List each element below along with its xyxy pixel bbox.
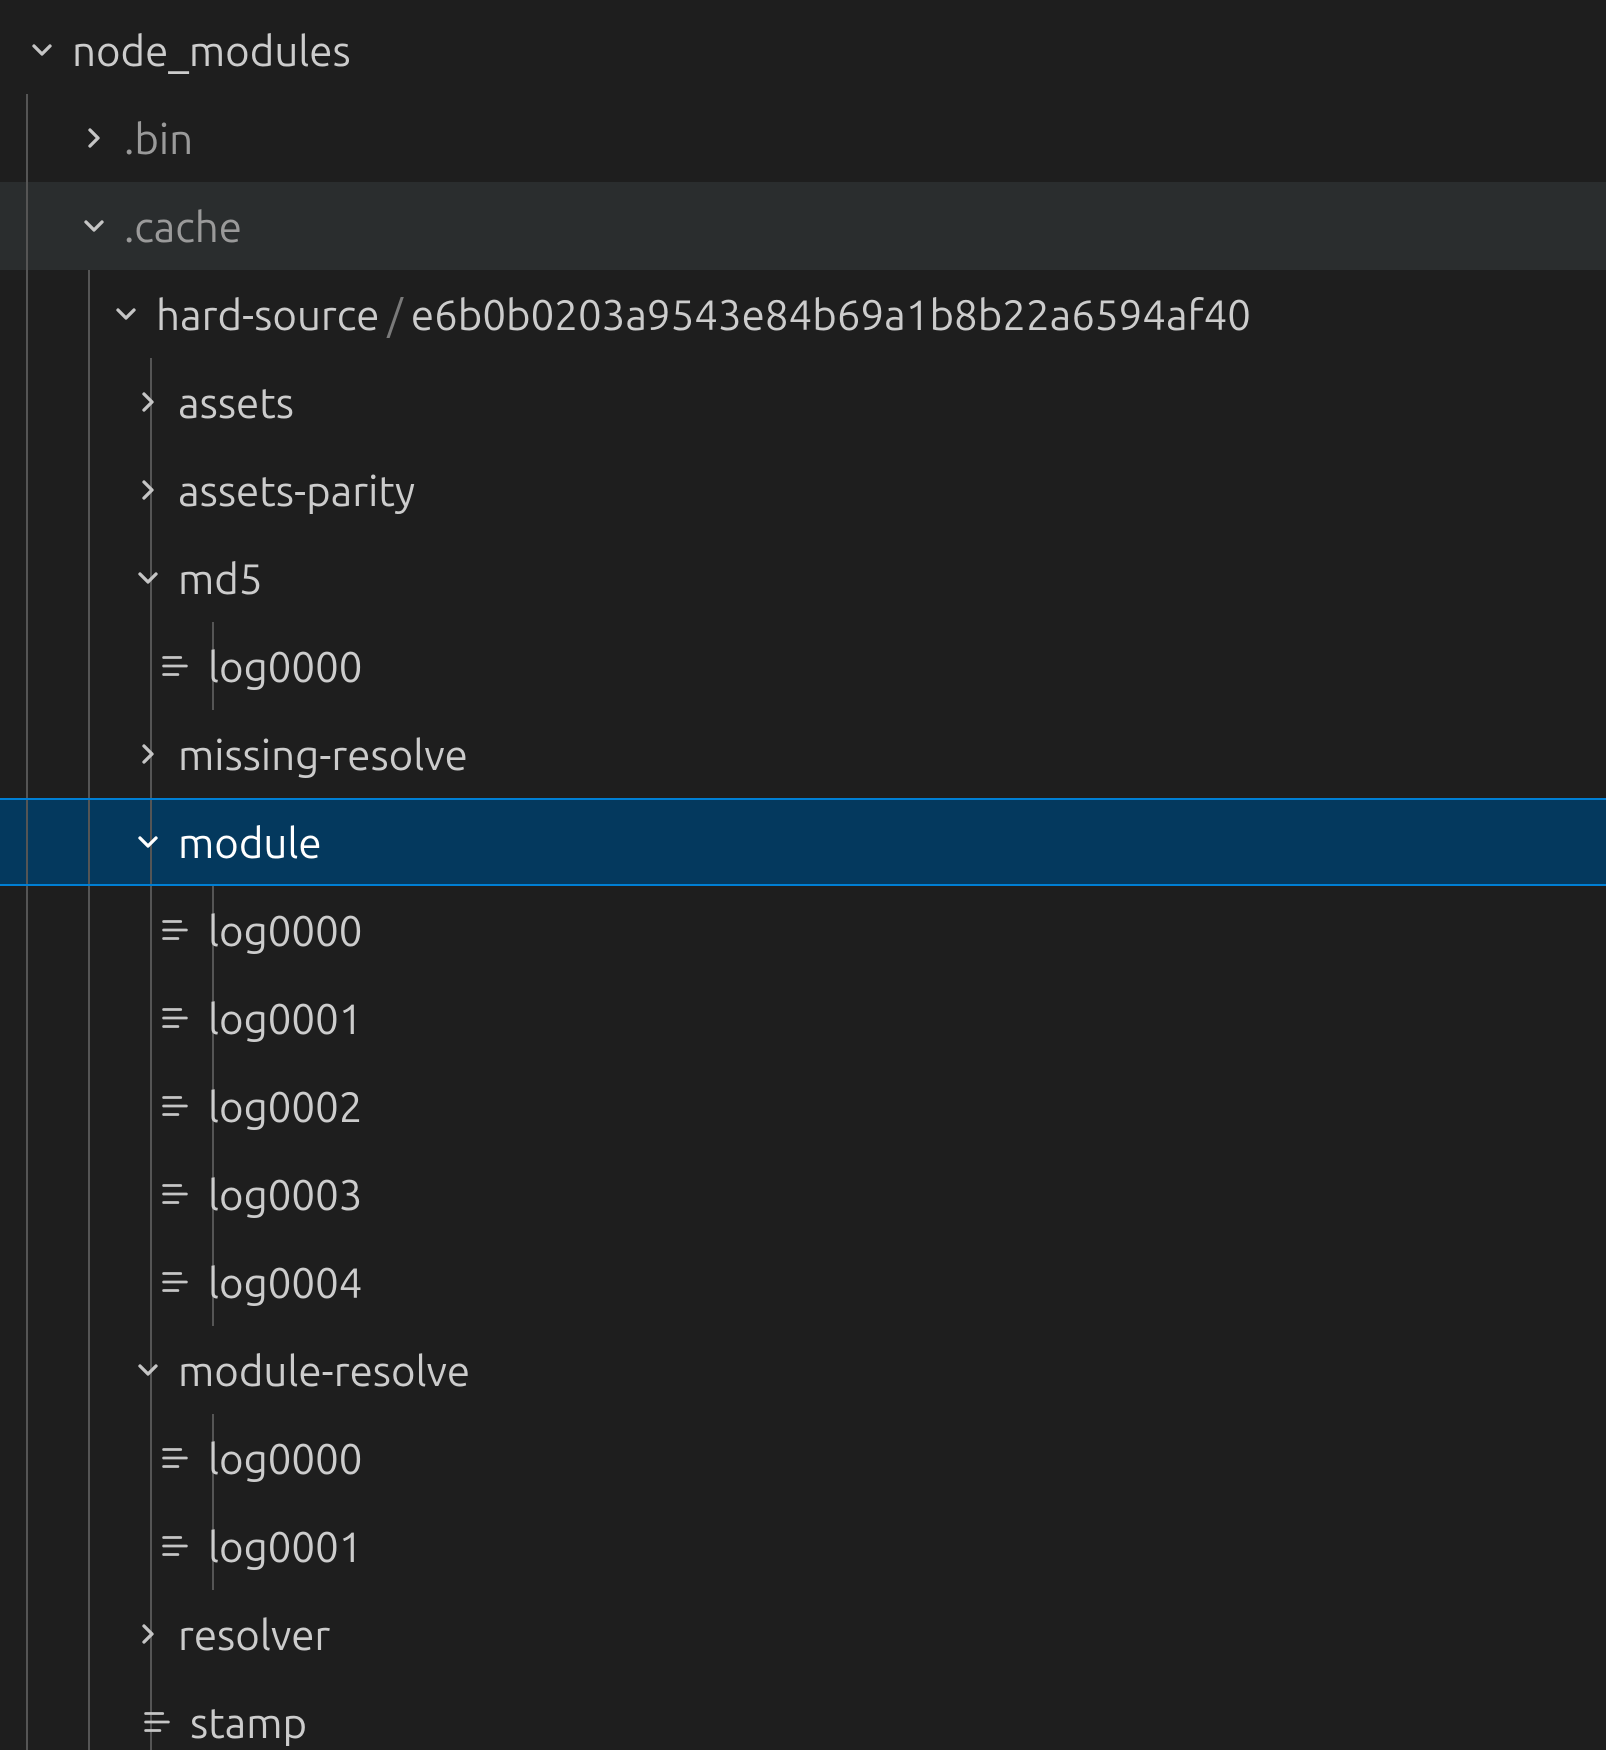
file-log0000[interactable]: log0000: [0, 622, 1606, 710]
file-label: log0000: [208, 907, 362, 954]
folder-label: md5: [178, 555, 263, 602]
folder-label: .cache: [124, 203, 242, 250]
folder-label: resolver: [178, 1611, 330, 1658]
folder-label: hard-source/e6b0b0203a9543e84b69a1b8b22a…: [156, 291, 1251, 338]
chevron-down-icon: [128, 1350, 168, 1390]
folder-bin[interactable]: .bin: [0, 94, 1606, 182]
file-log0001[interactable]: log0001: [0, 974, 1606, 1062]
chevron-down-icon: [128, 558, 168, 598]
path-segment: hard-source: [156, 291, 379, 338]
file-log0000[interactable]: log0000: [0, 1414, 1606, 1502]
path-separator-icon: /: [379, 291, 410, 338]
file-text-icon: [138, 1703, 176, 1741]
folder-missing-resolve[interactable]: missing-resolve: [0, 710, 1606, 798]
file-label: log0000: [208, 1435, 362, 1482]
folder-label: module: [178, 819, 322, 866]
file-label: stamp: [190, 1699, 307, 1746]
chevron-right-icon: [128, 382, 168, 422]
folder-hard-source[interactable]: hard-source/e6b0b0203a9543e84b69a1b8b22a…: [0, 270, 1606, 358]
file-text-icon: [156, 1263, 194, 1301]
file-log0001[interactable]: log0001: [0, 1502, 1606, 1590]
folder-assets[interactable]: assets: [0, 358, 1606, 446]
file-tree: node_modules .bin .cache hard: [0, 0, 1606, 1750]
chevron-down-icon: [74, 206, 114, 246]
path-segment: e6b0b0203a9543e84b69a1b8b22a6594af40: [411, 291, 1251, 338]
chevron-right-icon: [128, 1614, 168, 1654]
folder-node-modules[interactable]: node_modules: [0, 6, 1606, 94]
folder-module[interactable]: module: [0, 798, 1606, 886]
folder-resolver[interactable]: resolver: [0, 1590, 1606, 1678]
chevron-right-icon: [74, 118, 114, 158]
folder-module-resolve[interactable]: module-resolve: [0, 1326, 1606, 1414]
folder-label: .bin: [124, 115, 193, 162]
folder-md5[interactable]: md5: [0, 534, 1606, 622]
file-log0004[interactable]: log0004: [0, 1238, 1606, 1326]
file-text-icon: [156, 1087, 194, 1125]
file-log0002[interactable]: log0002: [0, 1062, 1606, 1150]
file-text-icon: [156, 911, 194, 949]
file-text-icon: [156, 1527, 194, 1565]
file-log0000[interactable]: log0000: [0, 886, 1606, 974]
file-text-icon: [156, 1439, 194, 1477]
folder-assets-parity[interactable]: assets-parity: [0, 446, 1606, 534]
folder-label: missing-resolve: [178, 731, 468, 778]
file-label: log0000: [208, 643, 362, 690]
chevron-down-icon: [22, 30, 62, 70]
file-label: log0001: [208, 995, 362, 1042]
file-text-icon: [156, 999, 194, 1037]
chevron-down-icon: [106, 294, 146, 334]
file-label: log0003: [208, 1171, 362, 1218]
chevron-right-icon: [128, 734, 168, 774]
file-label: log0001: [208, 1523, 362, 1570]
folder-label: node_modules: [72, 27, 351, 74]
file-text-icon: [156, 647, 194, 685]
file-label: log0002: [208, 1083, 362, 1130]
file-log0003[interactable]: log0003: [0, 1150, 1606, 1238]
chevron-right-icon: [128, 470, 168, 510]
folder-cache[interactable]: .cache: [0, 182, 1606, 270]
file-text-icon: [156, 1175, 194, 1213]
folder-label: assets-parity: [178, 467, 415, 514]
file-label: log0004: [208, 1259, 362, 1306]
folder-label: assets: [178, 379, 294, 426]
folder-label: module-resolve: [178, 1347, 470, 1394]
chevron-down-icon: [128, 822, 168, 862]
file-stamp[interactable]: stamp: [0, 1678, 1606, 1750]
